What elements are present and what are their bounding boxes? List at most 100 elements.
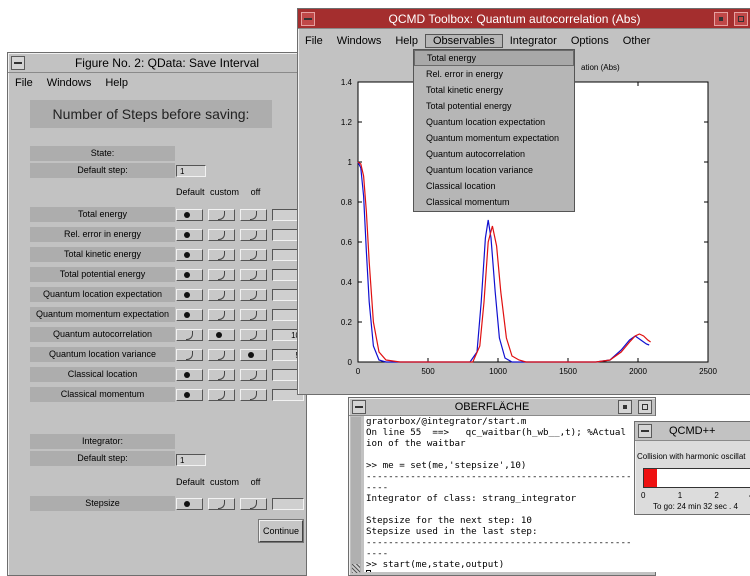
stepsize-field[interactable] [272,498,304,510]
qcmd-titlebar[interactable]: QCMD Toolbox: Quantum autocorrelation (A… [298,9,750,29]
observable-label: Quantum autocorrelation [30,327,175,342]
qcmd-menubar: File Windows Help Observables Integrator… [298,32,750,49]
col-custom: custom [210,187,240,197]
radio-default[interactable] [176,349,203,361]
default-step-field[interactable]: 1 [176,165,206,177]
radio-custom[interactable] [208,349,235,361]
save-interval-window: Figure No. 2: QData: Save Interval File … [7,52,307,576]
dropdown-item-rel-error[interactable]: Rel. error in energy [414,66,574,82]
qcmdpp-window: QCMD++ Collision with harmonic oscillat … [634,421,750,515]
radio-off[interactable] [240,309,267,321]
radio-off[interactable] [240,209,267,221]
dropdown-item-kinetic-energy[interactable]: Total kinetic energy [414,82,574,98]
radio-default[interactable] [176,269,203,281]
radio-custom[interactable] [208,389,235,401]
menu-windows[interactable]: Windows [40,77,99,89]
radio-off[interactable] [240,229,267,241]
stepsize-default-radio[interactable] [176,498,203,510]
radio-off[interactable] [240,289,267,301]
col-default: Default [176,187,205,197]
radio-default[interactable] [176,229,203,241]
terminal-line: Stepsize for the next step: 10 [366,515,532,526]
progress-tick: 2 [714,491,719,500]
dropdown-item-location-expectation[interactable]: Quantum location expectation [414,114,574,130]
continue-button[interactable]: Continue [258,519,304,543]
observable-label: Total energy [30,207,175,222]
y-tick-label: 0 [348,358,353,367]
qcmd-menu-observables[interactable]: Observables [424,33,503,48]
x-tick-label: 2500 [699,367,717,376]
radio-custom[interactable] [208,209,235,221]
stepsize-off-radio[interactable] [240,498,267,510]
radio-default[interactable] [176,369,203,381]
window-menu-icon[interactable] [352,399,366,414]
column-headers: Default custom off [176,187,260,197]
int-default-step-field[interactable]: 1 [176,454,206,466]
observable-label: Classical location [30,367,175,382]
maximize-icon[interactable] [734,11,748,26]
menu-help[interactable]: Help [98,77,135,89]
y-tick-label: 0.2 [341,318,353,327]
terminal-line [366,570,742,572]
maximize-icon[interactable] [638,399,652,414]
radio-custom[interactable] [208,369,235,381]
terminal-title: OBERFLÄCHE [454,400,530,413]
window-menu-icon[interactable] [11,55,25,70]
qcmd-menu-integrator[interactable]: Integrator [503,35,564,47]
menu-file[interactable]: File [8,77,40,89]
qcmd-menu-file[interactable]: File [298,35,330,47]
progress-bar [643,468,750,488]
int-col-off: off [250,477,261,487]
dropdown-item-location-variance[interactable]: Quantum location variance [414,162,574,178]
terminal-titlebar[interactable]: OBERFLÄCHE [349,398,655,416]
default-step-label: Default step: [30,163,175,178]
radio-custom[interactable] [208,229,235,241]
radio-default[interactable] [176,209,203,221]
radio-default[interactable] [176,389,203,401]
qcmd-menu-windows[interactable]: Windows [330,35,389,47]
qcmd-menu-other[interactable]: Other [616,35,658,47]
radio-off[interactable] [240,329,267,341]
minimize-icon[interactable] [714,11,728,26]
radio-off[interactable] [240,389,267,401]
dropdown-item-classical-momentum[interactable]: Classical momentum [414,194,574,210]
x-tick-label: 0 [356,367,361,376]
radio-off[interactable] [240,349,267,361]
radio-custom[interactable] [208,329,235,341]
int-col-custom: custom [210,477,240,487]
observables-dropdown: Total energy Rel. error in energy Total … [413,49,575,212]
dropdown-item-autocorrelation[interactable]: Quantum autocorrelation [414,146,574,162]
dropdown-item-total-energy[interactable]: Total energy [414,50,574,66]
observable-label: Quantum momentum expectation [30,307,175,322]
dropdown-item-potential-energy[interactable]: Total potential energy [414,98,574,114]
progress-ticks: 0 1 2 4 [641,491,750,500]
qcmd-menu-help[interactable]: Help [388,35,425,47]
radio-custom[interactable] [208,269,235,281]
radio-default[interactable] [176,329,203,341]
terminal-scrollbar[interactable] [351,417,361,573]
y-tick-label: 1.4 [341,78,353,87]
scroll-thumb-icon[interactable] [352,564,360,573]
stepsize-custom-radio[interactable] [208,498,235,510]
minimize-icon[interactable] [618,399,632,414]
qcmdpp-titlebar[interactable]: QCMD++ [635,422,750,441]
col-off: off [250,187,261,197]
radio-default[interactable] [176,309,203,321]
radio-custom[interactable] [208,249,235,261]
window-menu-icon[interactable] [301,11,315,26]
radio-default[interactable] [176,289,203,301]
radio-off[interactable] [240,269,267,281]
progress-tick: 1 [677,491,683,500]
qcmd-menu-options[interactable]: Options [564,35,616,47]
radio-custom[interactable] [208,309,235,321]
x-tick-label: 1000 [489,367,507,376]
dropdown-item-momentum-expectation[interactable]: Quantum momentum expectation [414,130,574,146]
dropdown-item-classical-location[interactable]: Classical location [414,178,574,194]
radio-off[interactable] [240,369,267,381]
window-menu-icon[interactable] [638,424,652,438]
save-interval-titlebar[interactable]: Figure No. 2: QData: Save Interval [8,53,306,73]
radio-off[interactable] [240,249,267,261]
radio-custom[interactable] [208,289,235,301]
radio-default[interactable] [176,249,203,261]
observable-label: Quantum location variance [30,347,175,362]
